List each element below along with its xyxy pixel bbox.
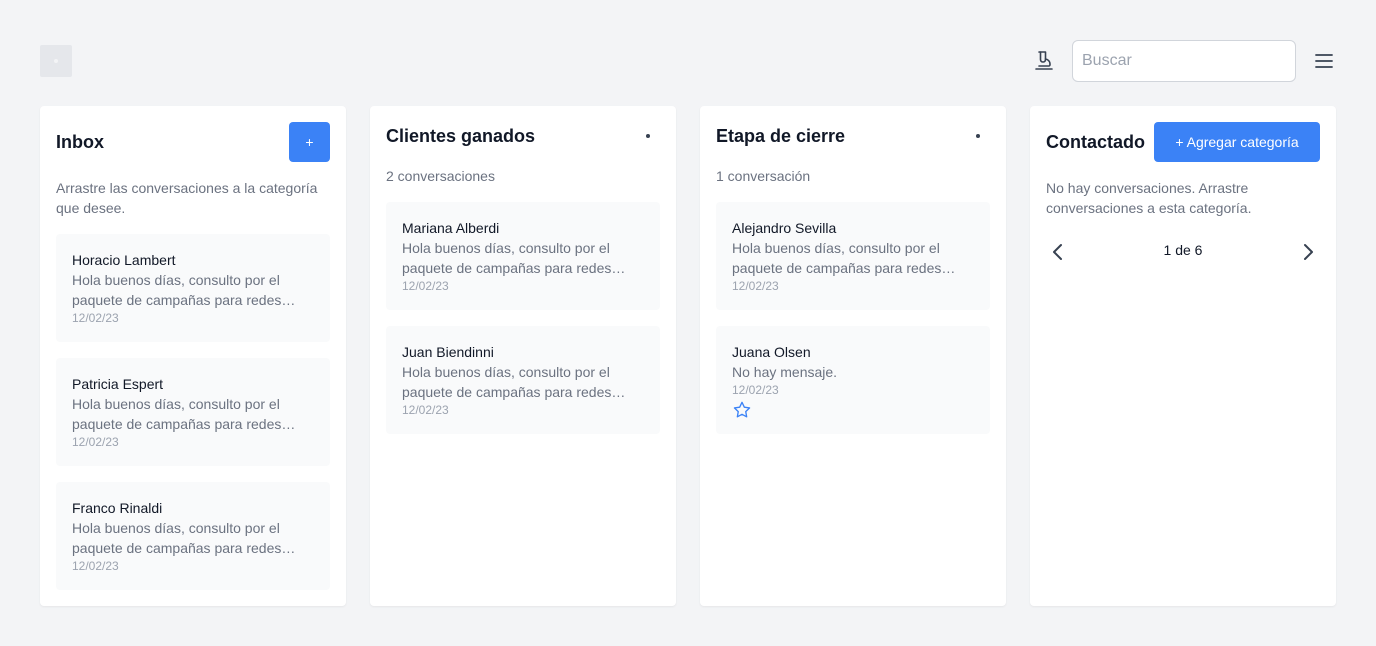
top-bar (0, 0, 1376, 100)
column-options-button[interactable] (964, 124, 992, 148)
message-preview: Hola buenos días, consulto por el paquet… (72, 396, 282, 432)
message-preview: Hola buenos días, consulto por el paquet… (72, 272, 282, 308)
column-options-button[interactable] (634, 124, 662, 148)
contact-name: Horacio Lambert (72, 252, 176, 268)
contact-name: Franco Rinaldi (72, 500, 163, 516)
dot-icon (646, 134, 650, 138)
message-date: 12/02/23 (732, 383, 779, 397)
conversation-card[interactable]: Patricia Espert Hola buenos días, consul… (56, 358, 330, 466)
message-preview: Hola buenos días, consulto por el paquet… (402, 240, 612, 276)
message-date: 12/02/23 (732, 279, 779, 293)
pagination-indicator: 1 de 6 (1163, 242, 1203, 258)
contact-name: Juan Biendinni (402, 344, 494, 360)
dot-icon (976, 134, 980, 138)
contact-name: Mariana Alberdi (402, 220, 500, 236)
column-title: Etapa de cierre (716, 126, 846, 146)
conversation-count: 2 conversaciones (386, 168, 495, 184)
column-contactado: Contactado + Agregar categoría No hay co… (1030, 106, 1336, 606)
column-etapa-de-cierre: Etapa de cierre 1 conversación Alejandro… (700, 106, 1006, 606)
conversation-count: 1 conversación (716, 168, 811, 184)
contact-name: Alejandro Sevilla (732, 220, 837, 236)
conversation-card[interactable]: Horacio Lambert Hola buenos días, consul… (56, 234, 330, 342)
star-icon[interactable] (732, 400, 752, 420)
column-inbox: Inbox + Arrastre las conversaciones a la… (40, 106, 346, 606)
conversation-card[interactable]: Mariana Alberdi Hola buenos días, consul… (386, 202, 660, 310)
message-preview: Hola buenos días, consulto por el paquet… (732, 240, 942, 276)
contact-name: Juana Olsen (732, 344, 811, 360)
logo[interactable] (40, 45, 72, 77)
add-category-button[interactable]: + Agregar categoría (1154, 122, 1320, 162)
message-date: 12/02/23 (72, 311, 119, 325)
column-hint: Arrastre las conversaciones a la categor… (56, 180, 318, 216)
conversation-card[interactable]: Juan Biendinni Hola buenos días, consult… (386, 326, 660, 434)
message-preview: Hola buenos días, consulto por el paquet… (402, 364, 612, 400)
empty-state-text: No hay conversaciones. Arrastre conversa… (1046, 180, 1252, 216)
hamburger-menu-icon[interactable] (1312, 49, 1336, 73)
message-date: 12/02/23 (72, 559, 119, 573)
column-title: Clientes ganados (386, 126, 536, 146)
test-tube-icon[interactable] (1032, 49, 1056, 73)
search-input[interactable] (1072, 40, 1296, 82)
logo-dot (54, 59, 58, 63)
conversation-card[interactable]: Franco Rinaldi Hola buenos días, consult… (56, 482, 330, 590)
message-date: 12/02/23 (402, 279, 449, 293)
add-conversation-button[interactable]: + (289, 122, 330, 162)
column-title: Contactado (1046, 132, 1145, 152)
chevron-right-icon[interactable] (1296, 240, 1320, 264)
contact-name: Patricia Espert (72, 376, 164, 392)
conversation-card[interactable]: Juana Olsen No hay mensaje. 12/02/23 (716, 326, 990, 434)
column-title: Inbox (56, 132, 104, 152)
message-preview: Hola buenos días, consulto por el paquet… (72, 520, 282, 556)
message-preview: No hay mensaje. (732, 364, 838, 380)
message-date: 12/02/23 (402, 403, 449, 417)
message-date: 12/02/23 (72, 435, 119, 449)
conversation-card[interactable]: Alejandro Sevilla Hola buenos días, cons… (716, 202, 990, 310)
column-clientes-ganados: Clientes ganados 2 conversaciones Marian… (370, 106, 676, 606)
